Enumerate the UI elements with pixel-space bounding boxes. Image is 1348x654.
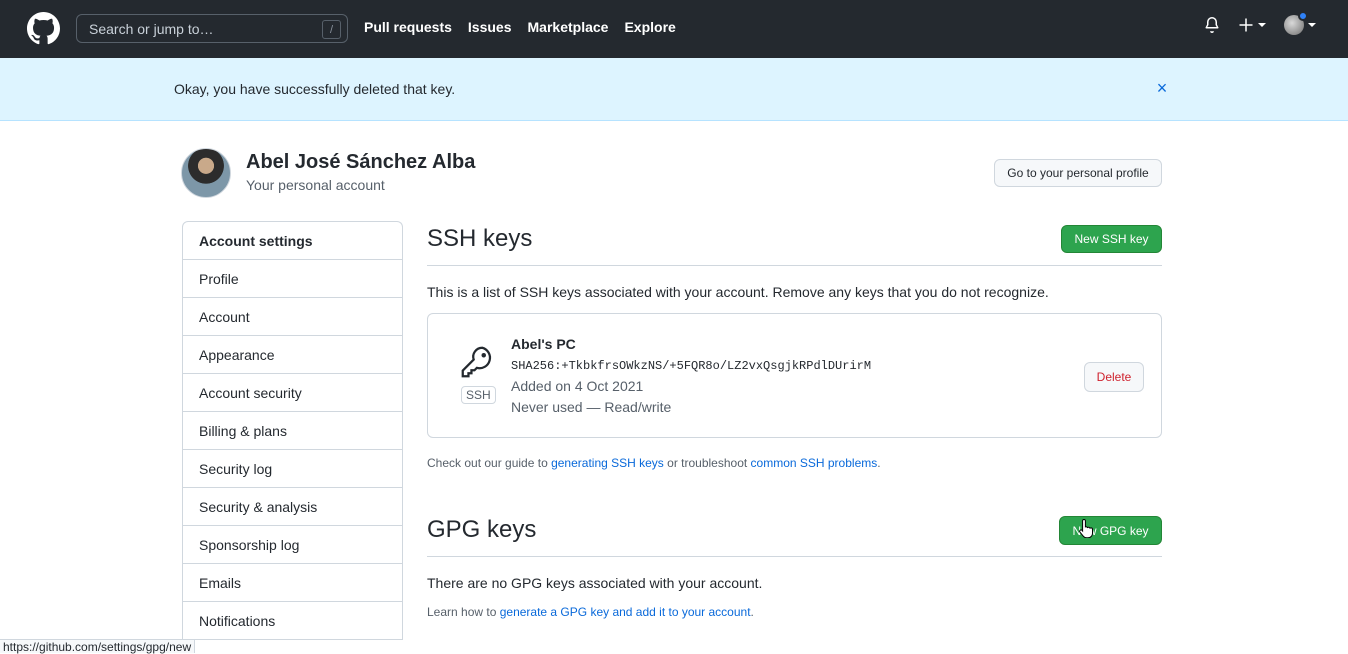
avatar: [1284, 11, 1308, 35]
search-shortcut-hint: /: [322, 20, 341, 39]
search-input[interactable]: [77, 15, 347, 42]
key-icon: [461, 346, 492, 378]
new-gpg-key-button[interactable]: New GPG key: [1059, 516, 1162, 545]
github-logo-icon[interactable]: [27, 12, 60, 45]
ssh-keys-title: SSH keys: [427, 225, 533, 252]
profile-name: Abel José Sánchez Alba: [246, 151, 476, 173]
divider: [427, 556, 1162, 557]
profile-subtitle: Your personal account: [246, 177, 385, 193]
common-ssh-problems-link[interactable]: common SSH problems: [751, 456, 878, 470]
chevron-down-icon: [1308, 23, 1316, 27]
hand-pointer-cursor-icon: [1079, 518, 1093, 538]
user-menu-dropdown[interactable]: [1284, 11, 1316, 35]
sidebar-item-account-security[interactable]: Account security: [183, 374, 402, 412]
guide-mid: or troubleshoot: [663, 456, 751, 470]
key-usage: Never used — Read/write: [511, 399, 672, 415]
nav-issues[interactable]: Issues: [468, 19, 512, 35]
profile-avatar[interactable]: [181, 148, 231, 198]
sidebar-item-security-log[interactable]: Security log: [183, 450, 402, 488]
bell-icon[interactable]: [1204, 17, 1220, 33]
sidebar-item-appearance[interactable]: Appearance: [183, 336, 402, 374]
sidebar-item-security-analysis[interactable]: Security & analysis: [183, 488, 402, 526]
go-to-profile-button[interactable]: Go to your personal profile: [994, 159, 1162, 187]
key-title: Abel's PC: [511, 336, 576, 352]
divider: [427, 265, 1162, 266]
ssh-badge: SSH: [461, 386, 496, 404]
gpg-keys-title: GPG keys: [427, 516, 537, 543]
notification-dot-icon: [1298, 11, 1308, 21]
create-new-dropdown[interactable]: [1238, 17, 1266, 33]
learn-suffix: .: [750, 605, 754, 619]
gpg-learn-text: Learn how to generate a GPG key and add …: [427, 605, 754, 619]
sidebar-item-profile[interactable]: Profile: [183, 260, 402, 298]
sidebar-item-sponsorship-log[interactable]: Sponsorship log: [183, 526, 402, 564]
sidebar-item-notifications[interactable]: Notifications: [183, 602, 402, 640]
ssh-key-item: SSH Abel's PC SHA256:+TkbkfrsOWkzNS/+5FQ…: [427, 313, 1162, 438]
settings-sidebar: Account settings Profile Account Appeara…: [182, 221, 403, 640]
sidebar-item-emails[interactable]: Emails: [183, 564, 402, 602]
ssh-guide-text: Check out our guide to generating SSH ke…: [427, 456, 881, 470]
close-icon[interactable]: ×: [1154, 79, 1170, 97]
search-box: /: [76, 14, 348, 43]
header-actions: [1204, 11, 1316, 35]
nav-pull-requests[interactable]: Pull requests: [364, 19, 452, 35]
key-added-date: Added on 4 Oct 2021: [511, 378, 644, 394]
guide-prefix: Check out our guide to: [427, 456, 552, 470]
delete-key-button[interactable]: Delete: [1084, 362, 1144, 392]
browser-status-url: https://github.com/settings/gpg/new: [0, 639, 196, 654]
sidebar-heading: Account settings: [183, 222, 402, 260]
nav-marketplace[interactable]: Marketplace: [528, 19, 609, 35]
main-nav: Pull requests Issues Marketplace Explore: [364, 19, 676, 35]
no-gpg-keys-text: There are no GPG keys associated with yo…: [427, 575, 763, 591]
generating-ssh-keys-link[interactable]: generating SSH keys: [551, 456, 664, 470]
sidebar-item-account[interactable]: Account: [183, 298, 402, 336]
new-ssh-key-button[interactable]: New SSH key: [1061, 225, 1162, 253]
guide-suffix: .: [877, 456, 881, 470]
flash-message: Okay, you have successfully deleted that…: [174, 81, 456, 97]
plus-icon: [1239, 18, 1253, 32]
flash-banner: Okay, you have successfully deleted that…: [0, 58, 1348, 121]
generate-gpg-key-link[interactable]: generate a GPG key and add it to your ac…: [500, 605, 751, 619]
key-fingerprint: SHA256:+TkbkfrsOWkzNS/+5FQR8o/LZ2vxQsgjk…: [511, 359, 872, 373]
top-header: / Pull requests Issues Marketplace Explo…: [0, 0, 1348, 58]
ssh-description: This is a list of SSH keys associated wi…: [427, 284, 1049, 300]
nav-explore[interactable]: Explore: [624, 19, 675, 35]
sidebar-item-billing[interactable]: Billing & plans: [183, 412, 402, 450]
chevron-down-icon: [1258, 23, 1266, 27]
learn-prefix: Learn how to: [427, 605, 500, 619]
